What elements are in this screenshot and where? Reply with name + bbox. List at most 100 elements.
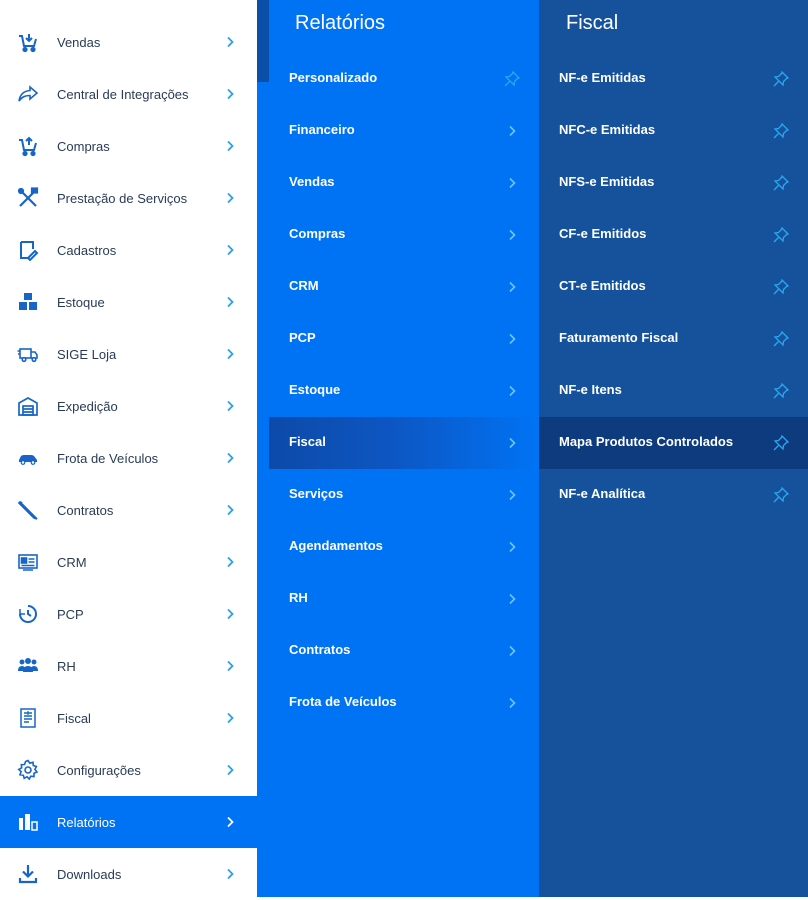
- sidebar-item-expedicao[interactable]: Expedição: [0, 380, 257, 432]
- panel-title: Fiscal: [566, 12, 619, 34]
- gear-icon: [17, 759, 39, 781]
- pin-icon[interactable]: [772, 330, 790, 348]
- report-item-mapa-produtos-controlados[interactable]: Mapa Produtos Controlados: [539, 417, 808, 469]
- chevron-right-icon: [506, 281, 518, 293]
- chevron-right-icon: [224, 88, 236, 100]
- chevron-right-icon: [506, 177, 518, 189]
- pin-icon[interactable]: [772, 122, 790, 140]
- submenu-item-label: Compras: [289, 226, 346, 241]
- report-item-label: NFC-e Emitidas: [559, 122, 656, 137]
- sidebar-item-contratos[interactable]: Contratos: [0, 484, 257, 536]
- sidebar-item-relatorios[interactable]: Relatórios: [0, 796, 257, 848]
- chevron-right-icon: [224, 192, 236, 204]
- report-item-nfce-emitidas[interactable]: NFC-e Emitidas: [539, 105, 808, 157]
- sidebar-item-label: Prestação de Serviços: [57, 190, 188, 206]
- pin-icon[interactable]: [772, 174, 790, 192]
- delivery-truck-icon: [17, 343, 39, 365]
- report-item-cte-emitidos[interactable]: CT-e Emitidos: [539, 261, 808, 313]
- sidebar-item-central-integracoes[interactable]: Central de Integrações: [0, 68, 257, 120]
- submenu-item-label: CRM: [289, 278, 319, 293]
- pin-icon[interactable]: [503, 70, 521, 88]
- submenu-item-label: PCP: [289, 330, 316, 345]
- submenu-item-pcp[interactable]: PCP: [269, 313, 539, 365]
- sidebar-item-compras[interactable]: Compras: [0, 120, 257, 172]
- download-icon: [17, 863, 39, 885]
- panel-notch: [257, 0, 269, 82]
- sidebar-item-downloads[interactable]: Downloads: [0, 848, 257, 900]
- report-item-label: Mapa Produtos Controlados: [559, 434, 734, 449]
- sidebar-item-label: CRM: [57, 554, 87, 570]
- submenu-item-frota-veiculos[interactable]: Frota de Veículos: [269, 677, 539, 729]
- submenu-item-vendas[interactable]: Vendas: [269, 157, 539, 209]
- submenu-item-estoque[interactable]: Estoque: [269, 365, 539, 417]
- submenu-item-label: Fiscal: [289, 434, 326, 449]
- submenu-item-financeiro[interactable]: Financeiro: [269, 105, 539, 157]
- sidebar-item-pcp[interactable]: PCP: [0, 588, 257, 640]
- sidebar-item-estoque[interactable]: Estoque: [0, 276, 257, 328]
- chevron-right-icon: [224, 244, 236, 256]
- report-item-cfe-emitidos[interactable]: CF-e Emitidos: [539, 209, 808, 261]
- submenu-item-personalizado[interactable]: Personalizado: [269, 53, 539, 105]
- submenu-item-label: Vendas: [289, 174, 335, 189]
- car-icon: [17, 447, 39, 469]
- submenu-item-fiscal[interactable]: Fiscal: [269, 417, 539, 469]
- submenu-item-label: Personalizado: [289, 70, 378, 85]
- cart-icon: [17, 135, 39, 157]
- pin-icon[interactable]: [772, 226, 790, 244]
- sidebar-item-label: RH: [57, 658, 76, 674]
- submenu-item-rh[interactable]: RH: [269, 573, 539, 625]
- pin-icon[interactable]: [772, 278, 790, 296]
- sidebar-item-cadastros[interactable]: Cadastros: [0, 224, 257, 276]
- cart-icon: [17, 31, 39, 53]
- sidebar-item-crm[interactable]: CRM: [0, 536, 257, 588]
- submenu-item-agendamentos[interactable]: Agendamentos: [269, 521, 539, 573]
- document-icon: [17, 707, 39, 729]
- chevron-right-icon: [224, 764, 236, 776]
- report-item-label: CT-e Emitidos: [559, 278, 646, 293]
- sidebar-item-label: Expedição: [57, 398, 118, 414]
- warehouse-icon: [17, 395, 39, 417]
- chevron-right-icon: [506, 645, 518, 657]
- sidebar-item-frota-veiculos[interactable]: Frota de Veículos: [0, 432, 257, 484]
- relatorios-submenu-panel: Relatórios Personalizado Financeiro Vend…: [257, 0, 539, 897]
- report-item-nfe-analitica[interactable]: NF-e Analítica: [539, 469, 808, 521]
- submenu-item-label: RH: [289, 590, 308, 605]
- chevron-right-icon: [506, 541, 518, 553]
- sidebar-item-sige-loja[interactable]: SIGE Loja: [0, 328, 257, 380]
- chevron-right-icon: [506, 125, 518, 137]
- report-item-label: NF-e Analítica: [559, 486, 646, 501]
- chevron-right-icon: [506, 489, 518, 501]
- chevron-right-icon: [506, 385, 518, 397]
- chevron-right-icon: [224, 400, 236, 412]
- report-item-nfe-itens[interactable]: NF-e Itens: [539, 365, 808, 417]
- chevron-right-icon: [224, 348, 236, 360]
- report-item-nfe-emitidas[interactable]: NF-e Emitidas: [539, 53, 808, 105]
- report-item-label: NF-e Itens: [559, 382, 622, 397]
- chevron-right-icon: [506, 333, 518, 345]
- chevron-right-icon: [224, 36, 236, 48]
- sidebar-item-prestacao-servicos[interactable]: Prestação de Serviços: [0, 172, 257, 224]
- sidebar-item-rh[interactable]: RH: [0, 640, 257, 692]
- pin-icon[interactable]: [772, 70, 790, 88]
- pin-icon[interactable]: [772, 434, 790, 452]
- report-item-label: NFS-e Emitidas: [559, 174, 655, 189]
- edit-note-icon: [17, 239, 39, 261]
- submenu-item-contratos[interactable]: Contratos: [269, 625, 539, 677]
- chevron-right-icon: [224, 816, 236, 828]
- submenu-item-servicos[interactable]: Serviços: [269, 469, 539, 521]
- pin-icon[interactable]: [772, 382, 790, 400]
- pin-icon[interactable]: [772, 486, 790, 504]
- sidebar-item-vendas[interactable]: Vendas: [0, 16, 257, 68]
- report-item-faturamento-fiscal[interactable]: Faturamento Fiscal: [539, 313, 808, 365]
- sidebar-item-label: SIGE Loja: [57, 346, 117, 362]
- sidebar-item-label: Estoque: [57, 294, 105, 310]
- report-item-nfse-emitidas[interactable]: NFS-e Emitidas: [539, 157, 808, 209]
- chevron-right-icon: [224, 660, 236, 672]
- sidebar-item-fiscal[interactable]: Fiscal: [0, 692, 257, 744]
- submenu-item-compras[interactable]: Compras: [269, 209, 539, 261]
- sidebar-item-configuracoes[interactable]: Configurações: [0, 744, 257, 796]
- submenu-item-crm[interactable]: CRM: [269, 261, 539, 313]
- chevron-right-icon: [506, 437, 518, 449]
- panel-title: Relatórios: [295, 12, 386, 34]
- sidebar-item-label: Central de Integrações: [57, 86, 189, 102]
